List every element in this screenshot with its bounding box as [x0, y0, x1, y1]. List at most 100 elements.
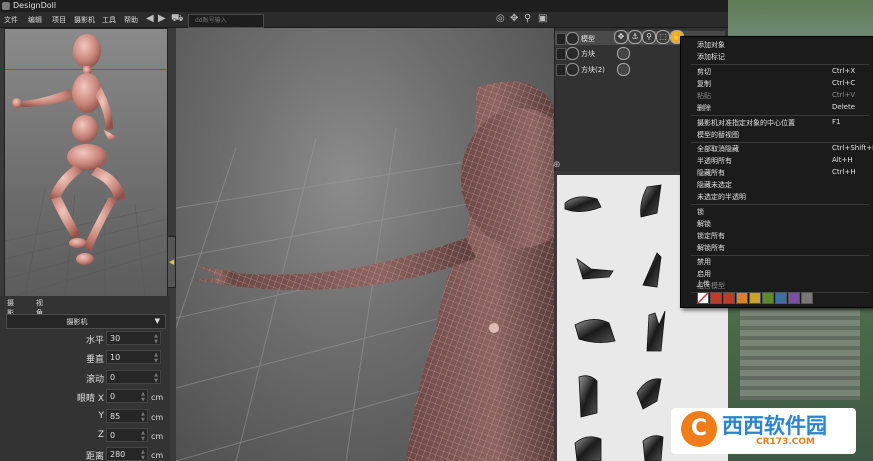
- no-color-swatch[interactable]: [697, 292, 709, 304]
- panel-splitter[interactable]: ◀: [167, 236, 176, 288]
- search-input[interactable]: [188, 14, 264, 28]
- cube-icon: [566, 47, 579, 60]
- color-swatch[interactable]: [801, 292, 813, 304]
- ctx-cut[interactable]: 剪切 Ctrl+X: [681, 66, 873, 78]
- camera-preview[interactable]: [4, 28, 168, 297]
- ctx-separator: [691, 115, 869, 116]
- menu-edit[interactable]: 编辑: [28, 15, 42, 25]
- prop-unit: cm: [151, 432, 164, 441]
- menu-project[interactable]: 项目: [52, 15, 66, 25]
- ctx-translucent-unselected[interactable]: 未选定的半透明: [681, 191, 873, 203]
- ctx-lock[interactable]: 锁: [681, 206, 873, 218]
- color-swatch[interactable]: [710, 292, 722, 304]
- prop-unit: cm: [151, 413, 164, 422]
- ctx-focus-camera[interactable]: 摄影机对准指定对象的中心位置 F1: [681, 117, 873, 129]
- color-swatch[interactable]: [762, 292, 774, 304]
- scene-toolbar: ✥ ⚓ ⚲ ⬚ ✋: [614, 30, 684, 44]
- ctx-label: 上传: [696, 280, 710, 288]
- ctx-translucent-all[interactable]: 半透明所有 Alt+H: [681, 155, 873, 167]
- wireframe-doll: [194, 81, 554, 461]
- ctx-unlock[interactable]: 解锁: [681, 218, 873, 230]
- ctx-model-view[interactable]: 模型的替视图: [681, 129, 873, 141]
- hand-pose-9[interactable]: [574, 436, 602, 461]
- ctx-label: 摄影机对准指定对象的中心位置: [697, 119, 795, 127]
- spin-arrows-icon[interactable]: ▲ ▼: [154, 333, 158, 345]
- color-swatches: [697, 292, 867, 304]
- main-3d-viewport[interactable]: [176, 28, 554, 461]
- prop-field-z[interactable]: 0 ▲ ▼: [106, 428, 148, 442]
- prop-label: 滚动: [85, 375, 104, 385]
- visibility-toggle-icon[interactable]: [556, 33, 566, 45]
- ctx-add-marker[interactable]: 添加标记: [681, 51, 873, 63]
- color-swatch[interactable]: [775, 292, 787, 304]
- watermark-url: CR173.COM: [756, 437, 815, 447]
- menu-camera[interactable]: 摄影机: [74, 15, 95, 25]
- zoom-tool-icon[interactable]: ⚲: [642, 30, 656, 44]
- zoom-view-icon[interactable]: ⚲: [524, 13, 531, 24]
- spin-arrows-icon[interactable]: ▲ ▼: [141, 411, 145, 423]
- anchor-tool-icon[interactable]: ⚓: [628, 30, 642, 44]
- pick-icon[interactable]: [617, 47, 630, 60]
- hand-pose-8[interactable]: [636, 378, 662, 410]
- spin-arrows-icon[interactable]: ▲ ▼: [141, 391, 145, 403]
- hand-pose-5[interactable]: [574, 319, 616, 343]
- ctx-upload[interactable]: 上传: [680, 278, 873, 290]
- ctx-label: 全部取消隐藏: [697, 145, 739, 153]
- scene-item-name: 模型: [581, 35, 595, 43]
- redo-icon[interactable]: ▶: [158, 13, 166, 24]
- color-swatch[interactable]: [788, 292, 800, 304]
- visibility-toggle-icon[interactable]: [556, 64, 566, 76]
- camera-icon[interactable]: ⛟: [171, 13, 184, 26]
- prop-field-distance[interactable]: 280 ▲ ▼: [106, 447, 148, 461]
- rotate-view-icon[interactable]: ◎: [496, 13, 505, 24]
- ctx-delete[interactable]: 删除 Delete: [681, 102, 873, 114]
- menu-file[interactable]: 文件: [4, 15, 18, 25]
- hand-pose-4[interactable]: [642, 252, 662, 288]
- color-swatch[interactable]: [749, 292, 761, 304]
- menu-help[interactable]: 帮助: [124, 15, 138, 25]
- add-object-icon[interactable]: ⊕: [553, 160, 561, 170]
- ctx-label: 未选定的半透明: [697, 193, 746, 201]
- prop-unit: cm: [151, 393, 164, 402]
- hand-pose-6[interactable]: [646, 310, 666, 352]
- select-tool-icon[interactable]: ⬚: [656, 30, 670, 44]
- hand-pose-10[interactable]: [642, 435, 664, 461]
- ctx-shortcut: Ctrl+V: [832, 91, 856, 99]
- screenshot-icon[interactable]: ▣: [538, 13, 547, 24]
- ctx-disable[interactable]: 禁用: [681, 256, 873, 268]
- spin-arrows-icon[interactable]: ▲ ▼: [141, 430, 145, 442]
- spin-arrows-icon[interactable]: ▲ ▼: [141, 449, 145, 461]
- prop-field-vertical[interactable]: 10 ▲ ▼: [106, 350, 161, 364]
- prop-field-y[interactable]: 85 ▲ ▼: [106, 409, 148, 423]
- ctx-unlock-all[interactable]: 解锁所有: [681, 242, 873, 254]
- ctx-unhide-all[interactable]: 全部取消隐藏 Ctrl+Shift+H: [681, 143, 873, 155]
- ctx-copy[interactable]: 复制 Ctrl+C: [681, 78, 873, 90]
- color-swatch[interactable]: [723, 292, 735, 304]
- menu-tools[interactable]: 工具: [102, 15, 116, 25]
- ctx-hide-unselected[interactable]: 隐藏未选定: [681, 179, 873, 191]
- move-tool-icon[interactable]: ✥: [614, 30, 628, 44]
- pick-icon[interactable]: [617, 63, 630, 76]
- visibility-toggle-icon[interactable]: [556, 48, 566, 60]
- prop-field-roll[interactable]: 0 ▲ ▼: [106, 370, 161, 384]
- color-swatch[interactable]: [736, 292, 748, 304]
- menu-bar: 文件 编辑 项目 摄影机 工具 帮助 ◀ ▶ ⛟ ◎ ✥ ⚲ ▣: [0, 12, 728, 28]
- spin-arrows-icon[interactable]: ▲ ▼: [154, 352, 158, 364]
- ctx-label: 锁定所有: [697, 232, 725, 240]
- ctx-lock-all[interactable]: 锁定所有: [681, 230, 873, 242]
- move-view-icon[interactable]: ✥: [510, 13, 518, 24]
- undo-icon[interactable]: ◀: [146, 13, 154, 24]
- spin-arrows-icon[interactable]: ▲ ▼: [154, 372, 158, 384]
- hand-pose-7[interactable]: [578, 375, 598, 418]
- prop-field-eye-x[interactable]: 0 ▲ ▼: [106, 389, 148, 403]
- ctx-hide-all[interactable]: 隐藏所有 Ctrl+H: [681, 167, 873, 179]
- hand-pose-3[interactable]: [576, 257, 614, 280]
- hand-pose-1[interactable]: [564, 196, 602, 212]
- ctx-shortcut: Ctrl+Shift+H: [832, 144, 873, 152]
- prop-label: Y: [98, 411, 105, 421]
- ctx-add-object[interactable]: 添加对象: [681, 39, 873, 51]
- hand-pose-2[interactable]: [640, 184, 662, 218]
- watermark-logo-icon: C: [681, 411, 717, 447]
- camera-select[interactable]: 摄影机 ▼: [6, 314, 166, 329]
- prop-field-horizontal[interactable]: 30 ▲ ▼: [106, 331, 161, 345]
